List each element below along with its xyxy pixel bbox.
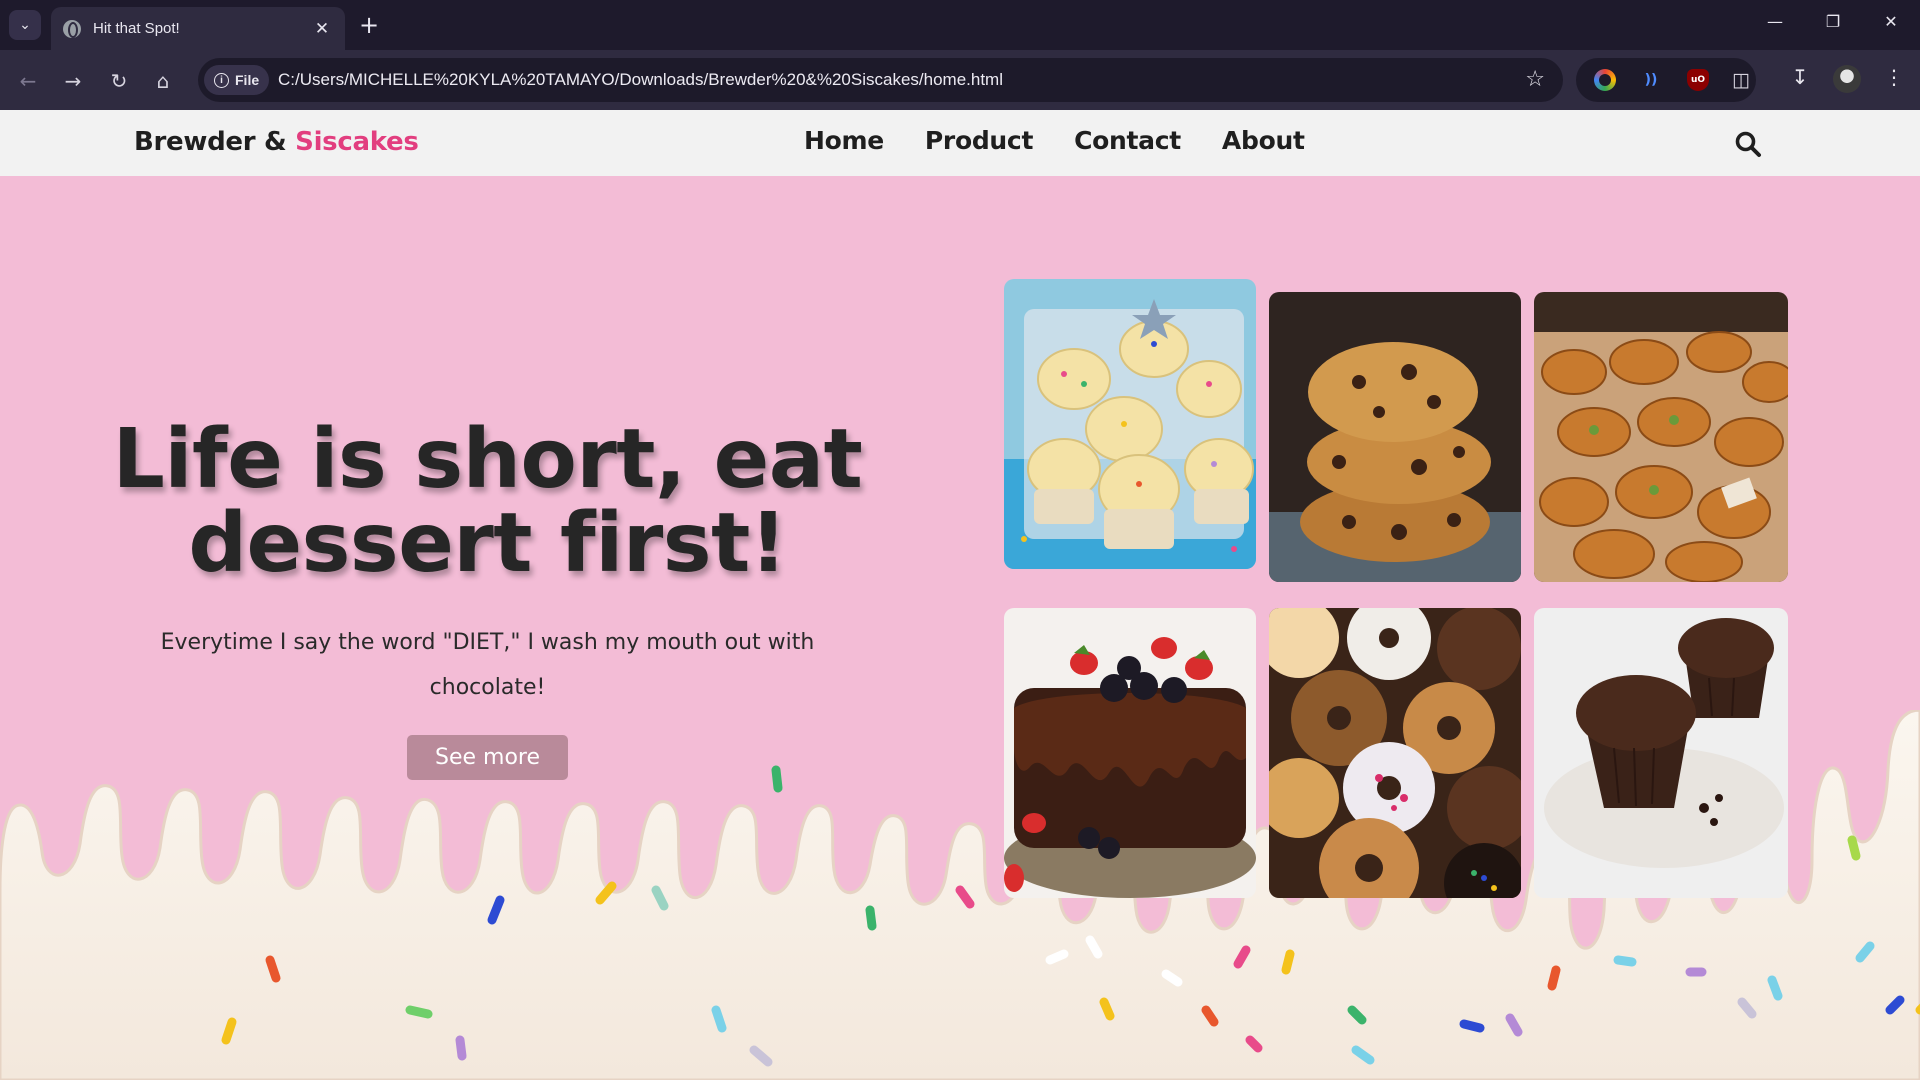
site-chip-label: File [235,72,260,88]
color-ring-extension-icon[interactable] [1594,69,1616,91]
gallery-photo-cupcakes [1004,279,1256,569]
gallery-photo-muffins [1534,608,1788,898]
info-icon: i [214,72,229,88]
nav-about[interactable]: About [1222,126,1305,155]
read-aloud-extension-icon[interactable]: )) [1640,69,1662,91]
site-info-chip[interactable]: i File [204,65,270,95]
ublock-extension-icon[interactable]: uO [1687,69,1709,91]
nav-product[interactable]: Product [925,126,1034,155]
menu-kebab-icon[interactable]: ⋮ [1879,65,1909,89]
back-arrow-icon[interactable]: ← [13,66,43,96]
gallery-photo-donuts [1269,608,1521,898]
site-header: Brewder & Siscakes Home Product Contact … [0,110,1920,176]
brand-accent: Siscakes [295,127,419,157]
url-text[interactable]: C:/Users/MICHELLE%20KYLA%20TAMAYO/Downlo… [278,70,1003,90]
forward-arrow-icon[interactable]: → [58,66,88,96]
nav-contact[interactable]: Contact [1074,126,1181,155]
new-tab-button[interactable]: + [356,12,382,38]
nav-home[interactable]: Home [804,126,884,155]
main-nav: Home Product Contact About [804,126,1305,155]
brand-logo[interactable]: Brewder & Siscakes [134,127,419,157]
tab-list-chevron-icon[interactable]: ⌄ [9,10,41,40]
restore-icon[interactable]: ❐ [1813,12,1853,31]
gallery-photo-cookies [1269,292,1521,582]
gallery-photo-chocolate-cake [1004,608,1256,898]
globe-icon [63,19,81,38]
see-more-button[interactable]: See more [407,735,568,780]
page-viewport: Brewder & Siscakes Home Product Contact … [0,110,1920,1080]
browser-tab-strip: ⌄ Hit that Spot! ✕ + — ❐ ✕ [0,0,1920,50]
hero-title: Life is short, eat dessert first! [112,412,863,591]
browser-tab[interactable]: Hit that Spot! ✕ [51,7,345,50]
hero-subtitle: Everytime I say the word "DIET," I wash … [160,630,815,700]
minimize-icon[interactable]: — [1755,12,1795,31]
address-bar[interactable]: i File C:/Users/MICHELLE%20KYLA%20TAMAYO… [198,58,1563,102]
extensions-group: )) uO ◫ [1576,58,1756,102]
search-icon[interactable] [1734,130,1762,158]
profile-avatar[interactable] [1833,65,1861,93]
brand-name: Brewder & [134,127,296,157]
bookmark-star-icon[interactable]: ☆ [1525,67,1545,92]
window-close-icon[interactable]: ✕ [1871,12,1911,31]
gallery-photo-pastries [1534,292,1788,582]
tab-close-icon[interactable]: ✕ [311,19,333,39]
home-icon[interactable]: ⌂ [148,66,178,96]
reload-icon[interactable]: ↻ [104,66,134,96]
download-icon[interactable]: ↧ [1785,65,1815,89]
tab-title: Hit that Spot! [93,20,180,37]
browser-toolbar: ← → ↻ ⌂ i File C:/Users/MICHELLE%20KYLA%… [0,50,1920,110]
extensions-puzzle-icon[interactable]: ◫ [1730,69,1752,91]
